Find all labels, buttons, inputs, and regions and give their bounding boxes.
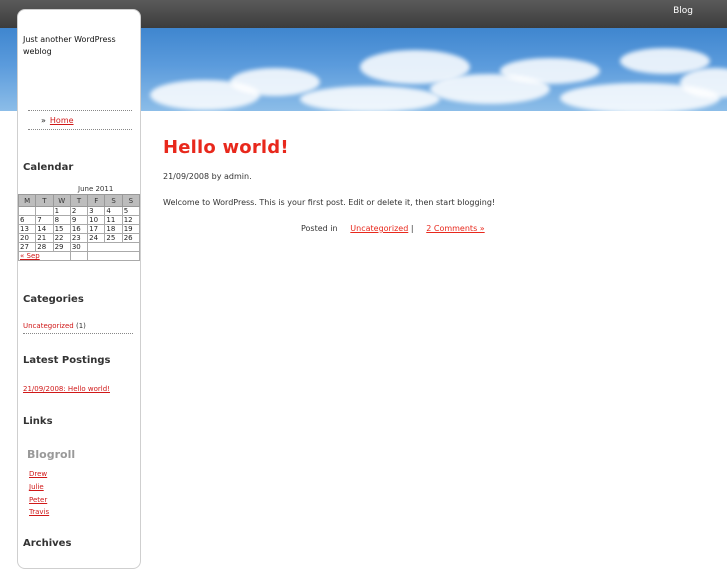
post-title[interactable]: Hello world! [163, 137, 289, 158]
calendar-table: M T W T F S S 1 2 3 4 5 6 7 8 9 10 11 12… [17, 194, 141, 261]
calendar-day: 11 [104, 215, 123, 225]
calendar-day: 28 [35, 242, 54, 252]
weekday: M [17, 194, 37, 207]
weekday: F [87, 194, 106, 207]
links-heading: Links [23, 416, 53, 427]
calendar-day: 10 [87, 215, 106, 225]
calendar-week: 20 21 22 23 24 25 26 [17, 233, 141, 243]
weekday: T [69, 194, 89, 207]
calendar-day: 8 [52, 215, 71, 225]
calendar-day: 22 [52, 233, 71, 243]
calendar-day: 12 [121, 215, 141, 225]
bullet-icon: » [41, 116, 46, 125]
calendar-prev-cell: « Sep [18, 251, 71, 261]
calendar-day: 4 [104, 206, 123, 216]
calendar-day: 29 [52, 242, 71, 252]
calendar-week: 6 7 8 9 10 11 12 [17, 215, 141, 225]
calendar-day [17, 206, 37, 216]
sidebar: Just another WordPress weblog » Home Cale… [17, 9, 141, 569]
calendar-week: 13 14 15 16 17 18 19 [17, 224, 141, 234]
archives-heading: Archives [23, 538, 72, 549]
nav-divider [28, 129, 132, 130]
home-link[interactable]: Home [50, 116, 74, 125]
calendar-weekdays: M T W T F S S [17, 194, 141, 207]
category-count: (1) [73, 322, 86, 330]
blogroll-link[interactable]: Peter [29, 496, 47, 504]
calendar-day: 14 [35, 224, 54, 234]
calendar-day: 30 [69, 242, 89, 252]
posted-in-label: Posted in [301, 224, 338, 233]
calendar-day [35, 206, 54, 216]
calendar-day: 13 [17, 224, 37, 234]
calendar-day: 9 [69, 215, 89, 225]
post-footer: Posted in Uncategorized | 2 Comments » [301, 224, 485, 233]
calendar-day: 3 [87, 206, 106, 216]
category-divider [23, 333, 133, 334]
weekday: T [35, 194, 54, 207]
latest-postings-heading: Latest Postings [23, 355, 111, 366]
calendar-empty [87, 242, 140, 252]
calendar-day: 2 [69, 206, 89, 216]
category-link[interactable]: Uncategorized [23, 322, 74, 330]
blogroll-link[interactable]: Drew [29, 470, 47, 478]
calendar-day: 23 [69, 233, 89, 243]
calendar-day: 16 [69, 224, 89, 234]
calendar-day: 24 [87, 233, 106, 243]
calendar-day: 19 [121, 224, 141, 234]
calendar-day: 27 [17, 242, 37, 252]
calendar-day: 15 [52, 224, 71, 234]
calendar-day: 7 [35, 215, 54, 225]
blog-nav-link[interactable]: Blog [673, 6, 693, 16]
post-meta: 21/09/2008 by admin. [163, 172, 252, 181]
blogroll-heading: Blogroll [27, 448, 76, 461]
calendar-day: 6 [17, 215, 37, 225]
weekday: W [52, 194, 71, 207]
calendar-month: June 2011 [78, 185, 114, 193]
comments-link[interactable]: 2 Comments » [426, 224, 484, 233]
calendar-week: 1 2 3 4 5 [17, 206, 141, 216]
calendar-nav-row: « Sep [18, 251, 140, 261]
calendar-prev-link[interactable]: « Sep [20, 252, 40, 260]
calendar-day: 5 [121, 206, 141, 216]
post-body: Welcome to WordPress. This is your first… [163, 198, 496, 207]
calendar-heading: Calendar [23, 162, 74, 173]
nav-divider [28, 110, 132, 111]
calendar-pad [69, 251, 89, 261]
site-tagline: Just another WordPress weblog [23, 35, 116, 56]
calendar-day: 18 [104, 224, 123, 234]
nav-item-home: » Home [41, 116, 74, 125]
category-item: Uncategorized (1) [23, 322, 86, 330]
latest-post-link[interactable]: 21/09/2008: Hello world! [23, 385, 110, 393]
calendar-next-cell [87, 251, 140, 261]
weekday: S [104, 194, 123, 207]
calendar-week: 27 28 29 30 [17, 242, 140, 252]
blogroll-link[interactable]: Julie [29, 483, 44, 491]
calendar-day: 20 [17, 233, 37, 243]
categories-heading: Categories [23, 294, 84, 305]
calendar-day: 17 [87, 224, 106, 234]
post-category-link[interactable]: Uncategorized [350, 224, 408, 233]
calendar-day: 25 [104, 233, 123, 243]
footer-separator: | [410, 224, 414, 233]
calendar-day: 21 [35, 233, 54, 243]
weekday: S [121, 194, 141, 207]
calendar-day: 26 [121, 233, 141, 243]
calendar-day: 1 [52, 206, 71, 216]
blogroll-link[interactable]: Travis [29, 508, 49, 516]
